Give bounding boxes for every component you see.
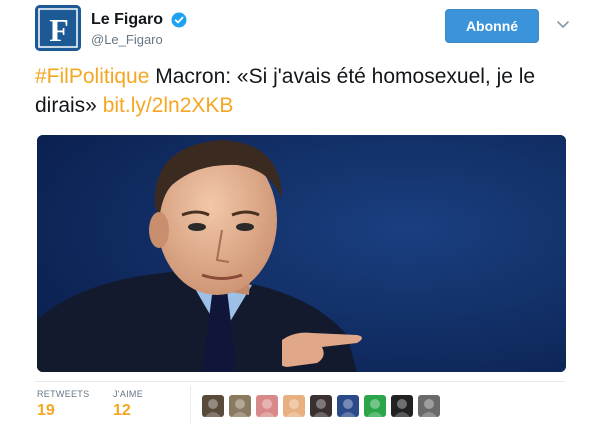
tweet-header: F Le Figaro @Le_Figaro Abonné bbox=[35, 5, 575, 51]
stats-divider bbox=[35, 381, 565, 382]
liker-avatar-5[interactable] bbox=[310, 395, 332, 417]
retweets-label: RETWEETS bbox=[37, 389, 90, 399]
retweets-count[interactable]: 19 bbox=[37, 402, 89, 420]
liker-avatar-1[interactable] bbox=[202, 395, 224, 417]
liker-avatar-7[interactable] bbox=[364, 395, 386, 417]
liker-avatar-6[interactable] bbox=[337, 395, 359, 417]
macron-photo-illustration bbox=[37, 135, 566, 372]
retweets-stat[interactable]: RETWEETS 19 bbox=[37, 389, 89, 420]
likes-stat[interactable]: J'AIME 12 bbox=[113, 389, 143, 420]
account-handle[interactable]: @Le_Figaro bbox=[91, 32, 187, 47]
liker-avatar-8[interactable] bbox=[391, 395, 413, 417]
liker-avatar-3[interactable] bbox=[256, 395, 278, 417]
liker-avatar-2[interactable] bbox=[229, 395, 251, 417]
account-avatar[interactable]: F bbox=[35, 5, 81, 51]
stats-separator bbox=[190, 386, 191, 424]
display-name[interactable]: Le Figaro bbox=[91, 11, 163, 29]
tweet-text: #FilPolitique Macron: «Si j'avais été ho… bbox=[35, 62, 575, 120]
tweet-photo[interactable] bbox=[37, 135, 566, 372]
hashtag-link[interactable]: #FilPolitique bbox=[35, 65, 149, 88]
liker-avatar-9[interactable] bbox=[418, 395, 440, 417]
verified-badge-icon bbox=[171, 12, 187, 28]
figaro-logo-icon: F bbox=[35, 5, 81, 51]
chevron-down-icon[interactable] bbox=[554, 15, 572, 33]
likes-count[interactable]: 12 bbox=[113, 402, 143, 420]
svg-text:F: F bbox=[49, 12, 69, 48]
follow-button[interactable]: Abonné bbox=[445, 9, 539, 43]
likes-label: J'AIME bbox=[113, 389, 144, 399]
short-url-link[interactable]: bit.ly/2ln2XKB bbox=[103, 94, 234, 117]
account-name-block: Le Figaro @Le_Figaro bbox=[91, 11, 187, 47]
liker-avatar-4[interactable] bbox=[283, 395, 305, 417]
